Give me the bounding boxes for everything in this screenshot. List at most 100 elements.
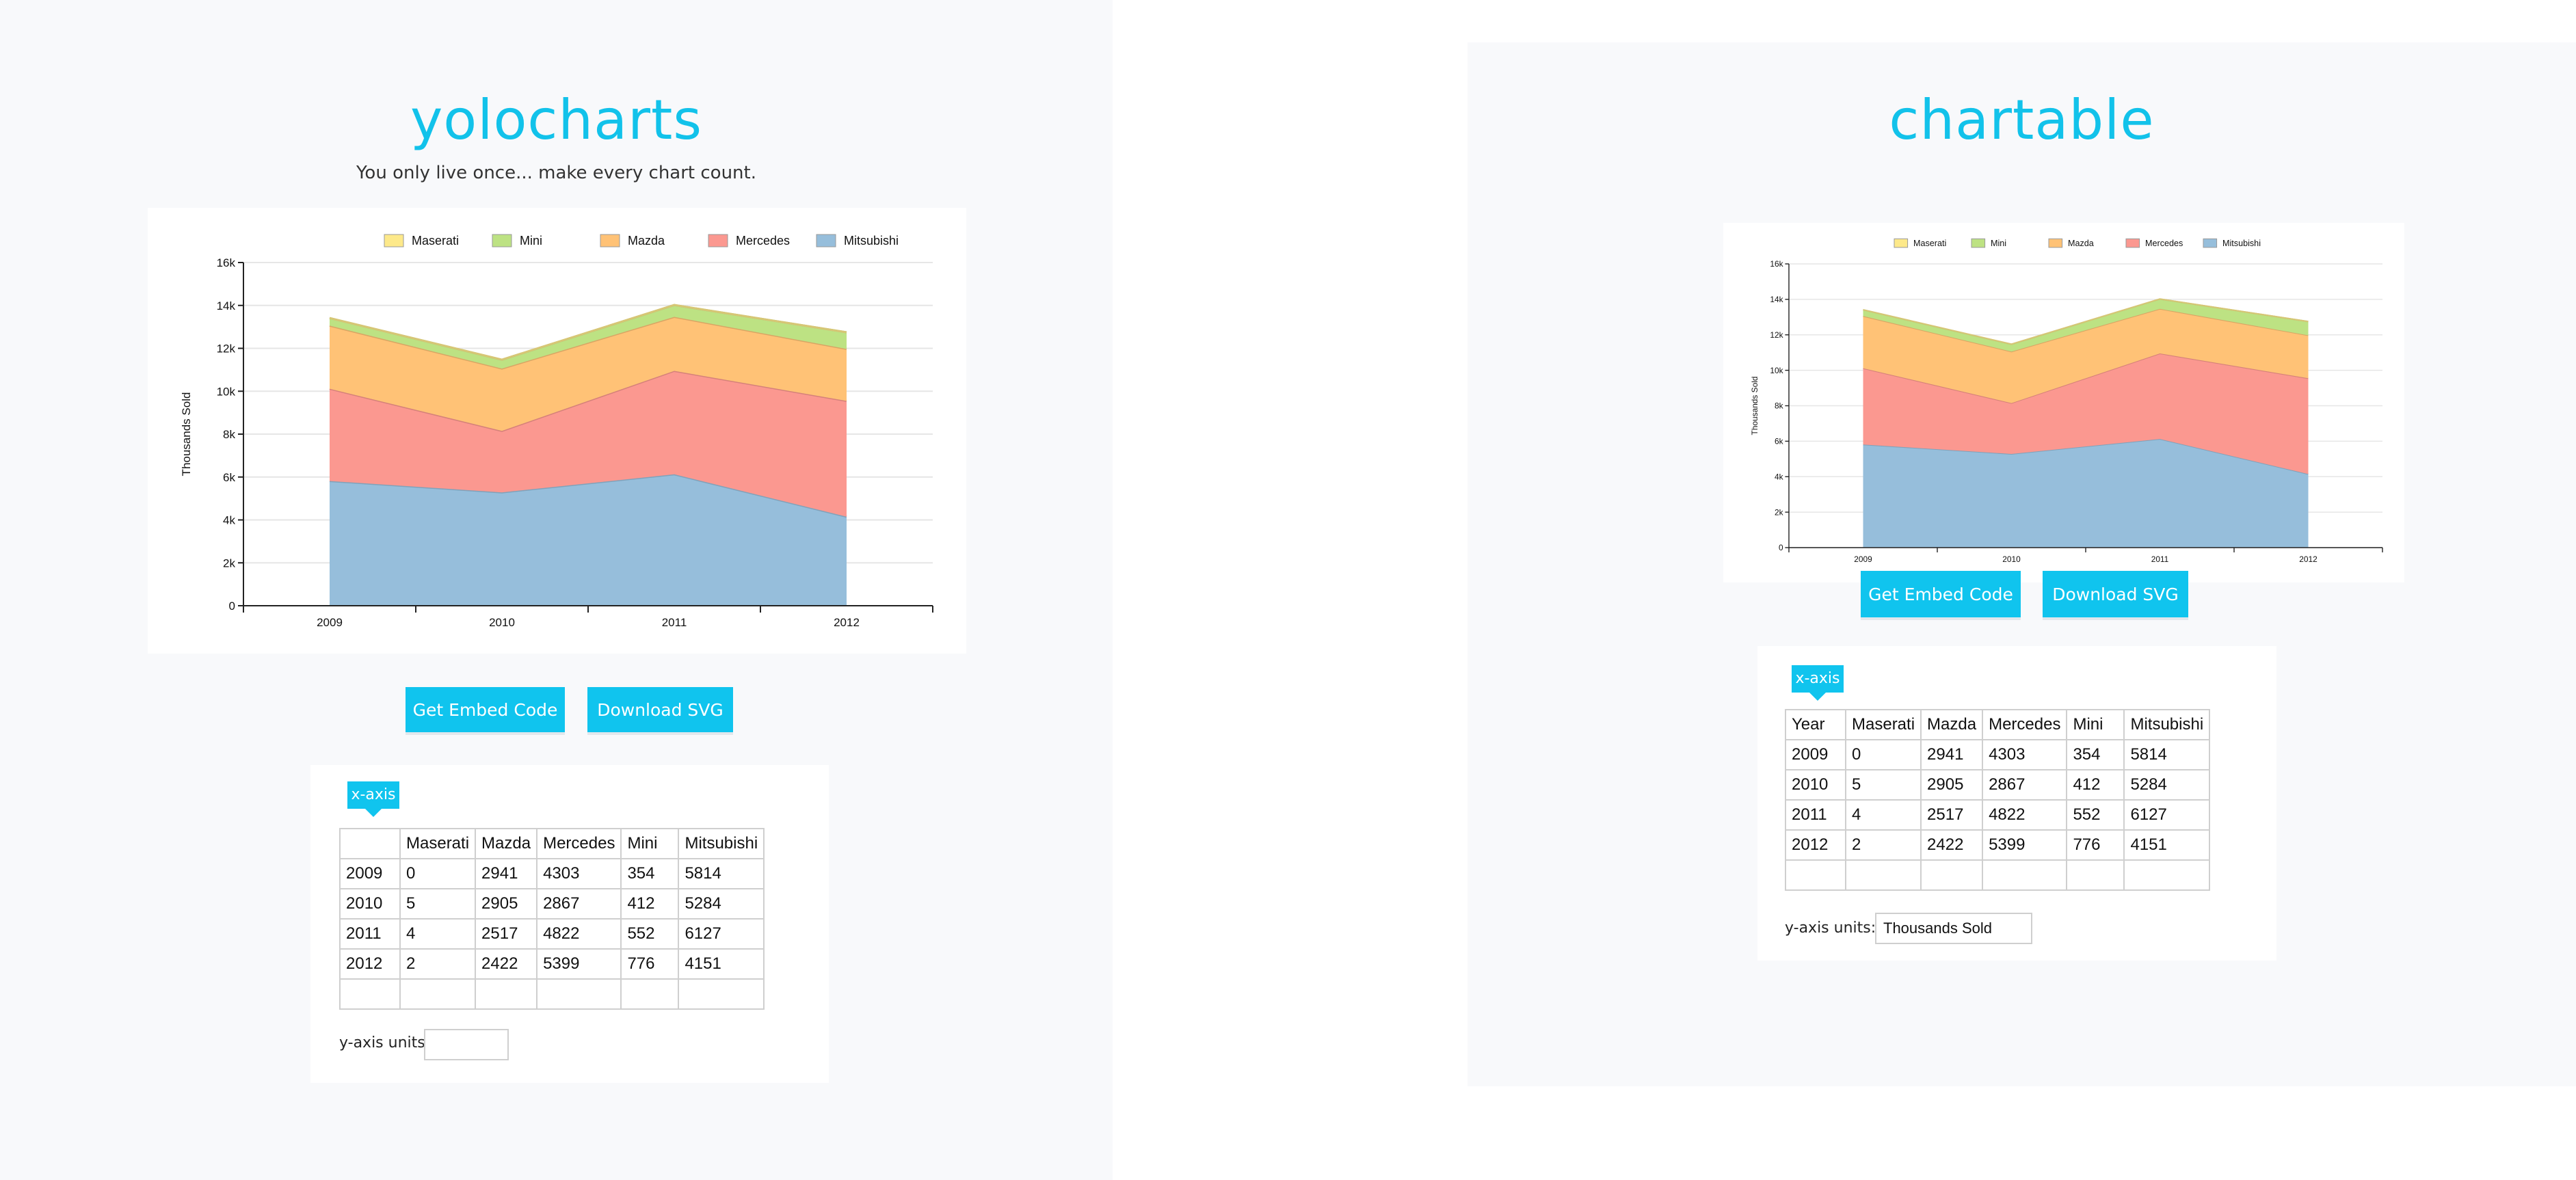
table-cell[interactable] (339, 978, 401, 1010)
table-header-cell[interactable]: Mazda (1920, 709, 1984, 740)
download-svg-button[interactable]: Download SVG (2043, 571, 2188, 617)
table-header-cell[interactable]: Mini (2066, 709, 2125, 740)
y-axis-units-input[interactable]: Thousands Sold (1875, 913, 2032, 944)
table-header-cell[interactable] (339, 828, 401, 859)
table-cell[interactable]: 4 (399, 918, 477, 950)
data-editor-card: x-axis Maserati Mazda Mercedes Mini Mitsubis… (310, 765, 829, 1083)
table-cell[interactable]: 4822 (536, 918, 622, 950)
chart-card: 0 2k 4k 6k 8k 10k 12k 14k 16k 2009 2010 2011 2012 Tho… (1723, 223, 2404, 582)
table-header-cell[interactable]: Mercedes (1982, 709, 2068, 740)
table-cell[interactable]: 354 (2066, 739, 2125, 770)
table-cell[interactable]: 354 (620, 858, 680, 889)
table-cell[interactable] (1982, 859, 2068, 891)
table-cell[interactable]: 5399 (1982, 829, 2068, 861)
table-cell[interactable]: 2905 (1920, 769, 1984, 801)
table-cell[interactable]: 776 (620, 948, 680, 980)
table-cell[interactable]: 2 (399, 948, 477, 980)
table-cell[interactable]: 2011 (1785, 799, 1846, 831)
table-cell[interactable]: 2012 (339, 948, 401, 980)
y-axis-units-input[interactable] (424, 1029, 509, 1060)
table-cell[interactable] (1785, 859, 1846, 891)
x-axis-tag: x-axis (1792, 665, 1844, 701)
table-cell[interactable]: 6127 (2123, 799, 2211, 831)
table-cell[interactable]: 6127 (678, 918, 765, 950)
y-tick-label: 4k (1775, 472, 1783, 481)
table-header-cell[interactable]: Mini (620, 828, 680, 859)
table-cell[interactable]: 2422 (1920, 829, 1984, 861)
table-cell[interactable]: 2941 (1920, 739, 1984, 770)
table-row: 2009 0 2941 4303 354 5814 (1785, 739, 2211, 770)
table-cell[interactable]: 412 (620, 888, 680, 920)
table-cell[interactable] (536, 978, 622, 1010)
table-cell[interactable]: 2867 (536, 888, 622, 920)
y-tick-label: 4k (223, 514, 235, 527)
y-axis-units-label: y-axis units: (339, 1034, 431, 1051)
table-header-cell[interactable]: Year (1785, 709, 1846, 740)
table-cell[interactable]: 2905 (475, 888, 538, 920)
table-cell[interactable]: 4303 (536, 858, 622, 889)
table-cell[interactable]: 2867 (1982, 769, 2068, 801)
table-cell[interactable]: 5399 (536, 948, 622, 980)
table-cell[interactable]: 2010 (339, 888, 401, 920)
table-cell[interactable]: 4 (1844, 799, 1922, 831)
table-cell[interactable]: 5814 (678, 858, 765, 889)
table-cell[interactable] (399, 978, 477, 1010)
table-header-cell[interactable]: Maserati (399, 828, 477, 859)
table-cell[interactable]: 2010 (1785, 769, 1846, 801)
legend-swatch-mazda (600, 234, 620, 247)
table-cell[interactable]: 4303 (1982, 739, 2068, 770)
table-cell[interactable]: 4822 (1982, 799, 2068, 831)
table-cell[interactable] (2066, 859, 2125, 891)
y-tick-label: 10k (1770, 366, 1783, 375)
brand-title: yolocharts (410, 88, 703, 152)
table-cell[interactable] (1920, 859, 1984, 891)
y-tick-label: 12k (1770, 330, 1783, 340)
table-cell[interactable]: 2009 (339, 858, 401, 889)
table-header-cell[interactable]: Maserati (1844, 709, 1922, 740)
table-cell[interactable]: 2011 (339, 918, 401, 950)
table-cell[interactable] (2123, 859, 2211, 891)
y-tick-label: 2k (1775, 507, 1783, 517)
table-cell[interactable]: 2517 (475, 918, 538, 950)
table-cell[interactable] (1844, 859, 1922, 891)
table-cell[interactable]: 5284 (678, 888, 765, 920)
table-cell[interactable]: 412 (2066, 769, 2125, 801)
legend-swatch-mini (1971, 238, 1986, 248)
legend-label-maserati: Maserati (1913, 239, 1946, 248)
table-header-cell[interactable]: Mazda (475, 828, 538, 859)
table-cell[interactable]: 552 (2066, 799, 2125, 831)
table-header-cell[interactable]: Mitsubishi (2123, 709, 2211, 740)
table-cell[interactable]: 5 (399, 888, 477, 920)
get-embed-code-button[interactable]: Get Embed Code (406, 687, 565, 732)
table-cell[interactable] (620, 978, 680, 1010)
table-cell[interactable]: 5284 (2123, 769, 2211, 801)
legend-label-mazda: Mazda (2068, 239, 2094, 248)
table-cell[interactable]: 552 (620, 918, 680, 950)
table-cell[interactable]: 2012 (1785, 829, 1846, 861)
download-svg-button[interactable]: Download SVG (587, 687, 733, 732)
get-embed-code-button[interactable]: Get Embed Code (1861, 571, 2021, 617)
table-cell[interactable]: 4151 (678, 948, 765, 980)
stacked-area-chart: 0 2k 4k 6k 8k 10k 12k 14k 16k 2009 2010 2011 2012 Tho… (180, 234, 933, 629)
legend-label-mini: Mini (1991, 239, 2006, 248)
table-cell[interactable]: 2009 (1785, 739, 1846, 770)
legend-swatch-maserati (384, 234, 404, 247)
table-header-cell[interactable]: Mitsubishi (678, 828, 765, 859)
table-cell[interactable]: 5 (1844, 769, 1922, 801)
legend-swatch-mercedes (708, 234, 728, 247)
table-cell[interactable]: 2517 (1920, 799, 1984, 831)
table-cell[interactable]: 2 (1844, 829, 1922, 861)
x-tick-label: 2012 (2299, 554, 2318, 564)
x-tick-label: 2010 (489, 616, 515, 629)
x-tick-label: 2011 (662, 616, 687, 629)
table-cell[interactable]: 2941 (475, 858, 538, 889)
table-cell[interactable] (475, 978, 538, 1010)
table-cell[interactable]: 0 (399, 858, 477, 889)
table-cell[interactable] (678, 978, 765, 1010)
table-cell[interactable]: 776 (2066, 829, 2125, 861)
table-cell[interactable]: 4151 (2123, 829, 2211, 861)
table-cell[interactable]: 0 (1844, 739, 1922, 770)
table-cell[interactable]: 2422 (475, 948, 538, 980)
table-header-cell[interactable]: Mercedes (536, 828, 622, 859)
table-cell[interactable]: 5814 (2123, 739, 2211, 770)
